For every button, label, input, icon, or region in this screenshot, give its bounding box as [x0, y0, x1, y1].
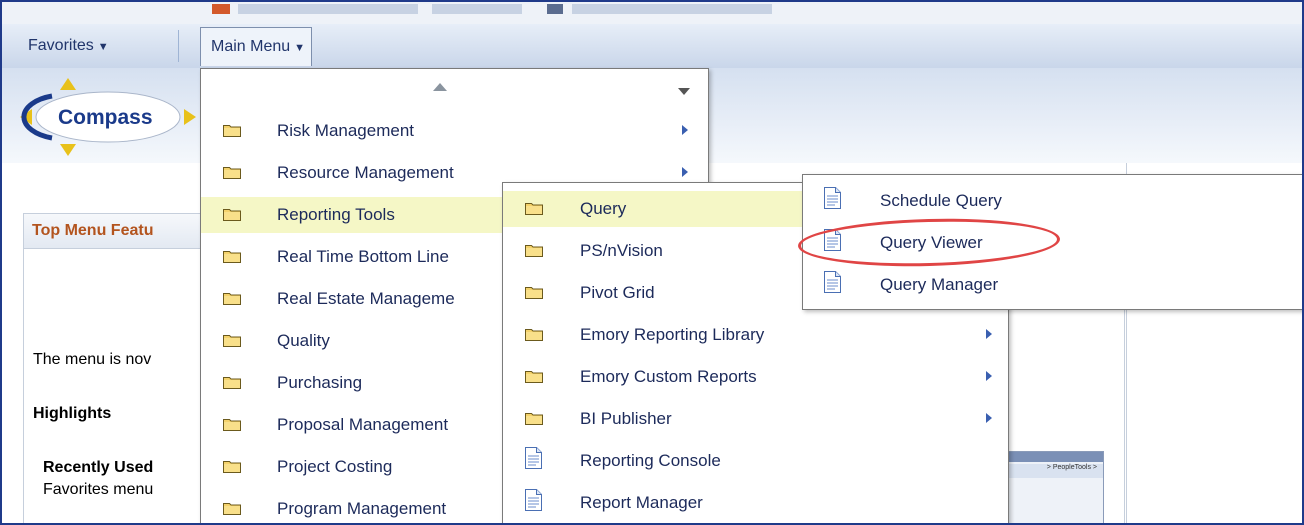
folder-icon: [223, 500, 241, 515]
menu-item-label: Real Estate Manageme: [277, 289, 455, 308]
main-menu-item-risk-management[interactable]: Risk Management: [201, 113, 708, 149]
folder-icon: [223, 164, 241, 179]
reporting-tools-item-report-manager[interactable]: Report Manager: [503, 485, 1008, 521]
toolbar-link: [238, 4, 418, 14]
menu-item-label: PS/nVision: [580, 241, 663, 260]
chevron-right-icon: [986, 413, 992, 423]
scroll-up-icon[interactable]: [433, 83, 447, 91]
scroll-down-icon[interactable]: [678, 88, 690, 95]
folder-icon: [525, 284, 543, 299]
toolbar-link: [572, 4, 772, 14]
reporting-tools-item-emory-custom-reports[interactable]: Emory Custom Reports: [503, 359, 1008, 395]
menu-item-label: Reporting Console: [580, 451, 721, 470]
chevron-right-icon: [986, 329, 992, 339]
folder-icon: [223, 416, 241, 431]
chevron-right-icon: [986, 371, 992, 381]
folder-icon: [525, 242, 543, 257]
main-menu-button[interactable]: Main Menu ▼: [200, 27, 313, 66]
folder-icon: [525, 326, 543, 341]
navigation-bar: Favorites ▼ Main Menu ▼: [2, 24, 1302, 69]
toolbar-icon: [212, 4, 230, 14]
folder-icon: [223, 248, 241, 263]
query-item-schedule-query[interactable]: Schedule Query: [803, 183, 1302, 219]
favorites-menu-text: Favorites menu: [43, 481, 154, 498]
menu-item-label: Purchasing: [277, 373, 363, 392]
body-text: The menu is nov: [33, 351, 152, 368]
folder-icon: [223, 332, 241, 347]
menu-item-label: Risk Management: [277, 121, 415, 140]
favorites-menu-button[interactable]: Favorites ▼: [20, 31, 117, 61]
menu-item-label: BI Publisher: [580, 409, 672, 428]
folder-icon: [525, 410, 543, 425]
thumbnail-text: > PeopleTools >: [1046, 464, 1097, 471]
chevron-right-icon: [682, 167, 688, 177]
logo-text: Compass: [58, 106, 153, 129]
document-icon: [824, 187, 841, 209]
toolbar-icon: [547, 4, 563, 14]
menu-item-label: Emory Reporting Library: [580, 325, 765, 344]
folder-icon: [223, 206, 241, 221]
app-window: Favorites ▼ Main Menu ▼ Compass Top Menu F…: [0, 0, 1304, 525]
folder-icon: [223, 458, 241, 473]
compass-logo: Compass: [20, 78, 196, 156]
chevron-down-icon: ▼: [294, 42, 306, 54]
reporting-tools-item-bi-publisher[interactable]: BI Publisher: [503, 401, 1008, 437]
document-icon: [525, 447, 542, 469]
reporting-tools-item-reporting-console[interactable]: Reporting Console: [503, 443, 1008, 479]
favorites-label: Favorites: [28, 37, 94, 54]
nav-divider: [178, 30, 179, 62]
menu-item-label: Query: [580, 199, 627, 218]
menu-item-label: Project Costing: [277, 457, 393, 476]
menu-item-label: Proposal Management: [277, 415, 449, 434]
menu-item-label: Quality: [277, 331, 330, 350]
recently-used-heading: Recently Used: [43, 459, 154, 476]
menu-item-label: Pivot Grid: [580, 283, 655, 302]
reporting-tools-item-emory-reporting-library[interactable]: Emory Reporting Library: [503, 317, 1008, 353]
chevron-right-icon: [682, 125, 688, 135]
menu-item-label: Program Management: [277, 499, 447, 518]
menu-item-label: Schedule Query: [880, 191, 1002, 210]
folder-icon: [525, 200, 543, 215]
main-menu-label: Main Menu: [211, 38, 291, 55]
document-icon: [525, 489, 542, 511]
menu-item-label: Emory Custom Reports: [580, 367, 757, 386]
menu-item-label: Real Time Bottom Line: [277, 247, 449, 266]
folder-icon: [223, 374, 241, 389]
folder-icon: [223, 290, 241, 305]
document-icon: [824, 271, 841, 293]
folder-icon: [223, 122, 241, 137]
menu-item-label: Report Manager: [580, 493, 703, 512]
menu-item-label: Query Manager: [880, 275, 999, 294]
browser-toolbar-strip: [2, 2, 1302, 25]
menu-item-label: Resource Management: [277, 163, 454, 182]
toolbar-link: [432, 4, 522, 14]
panel-title: Top Menu Featu: [32, 222, 154, 239]
query-item-query-manager[interactable]: Query Manager: [803, 267, 1302, 303]
highlights-heading: Highlights: [33, 405, 112, 422]
menu-item-label: Reporting Tools: [277, 205, 395, 224]
folder-icon: [525, 368, 543, 383]
chevron-down-icon: ▼: [97, 41, 109, 53]
